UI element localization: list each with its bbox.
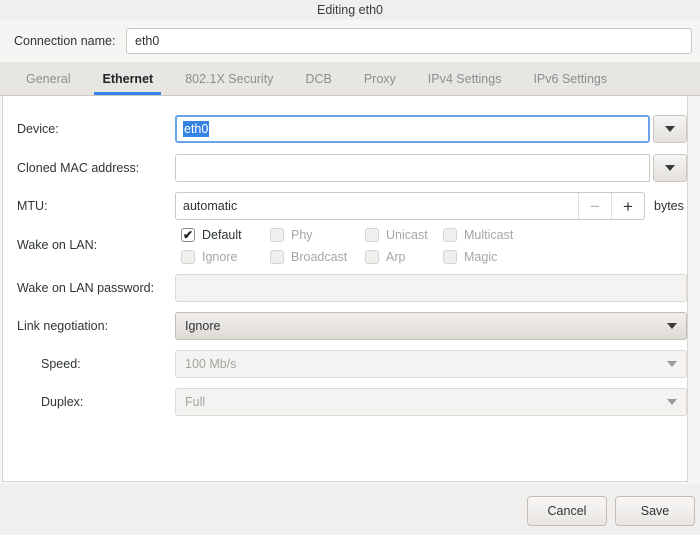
duplex-value: Full — [185, 395, 206, 409]
chevron-down-icon — [667, 361, 677, 367]
device-label: Device: — [17, 122, 59, 136]
wol-checkbox-default[interactable]: ✔ Default — [181, 226, 242, 244]
checkbox-box — [443, 250, 457, 264]
mtu-row: MTU: automatic − + bytes — [3, 191, 687, 221]
link-negotiation-value: Ignore — [185, 319, 221, 333]
chevron-down-icon — [667, 323, 677, 329]
checkbox-box — [365, 228, 379, 242]
checkbox-box — [443, 228, 457, 242]
speed-row: Speed: 100 Mb/s — [3, 349, 687, 379]
connection-name-value: eth0 — [135, 34, 160, 48]
save-button[interactable]: Save — [615, 496, 695, 526]
wol-checkbox-unicast[interactable]: Unicast — [365, 226, 428, 244]
dialog-footer: Cancel Save — [0, 484, 700, 535]
wol-label-ignore: Ignore — [202, 250, 238, 264]
tab-8021x-security[interactable]: 802.1X Security — [169, 62, 289, 95]
link-negotiation-row: Link negotiation: Ignore — [3, 311, 687, 341]
tab-ipv4-settings[interactable]: IPv4 Settings — [412, 62, 518, 95]
link-negotiation-dropdown[interactable]: Ignore — [175, 312, 687, 340]
mtu-value[interactable]: automatic — [176, 193, 578, 219]
tab-dcb-label: DCB — [305, 71, 332, 86]
duplex-row: Duplex: Full — [3, 387, 687, 417]
connection-name-label: Connection name: — [14, 34, 116, 48]
wol-checkbox-ignore[interactable]: Ignore — [181, 248, 237, 266]
cloned-mac-input[interactable] — [175, 154, 650, 182]
tab-ipv6-settings[interactable]: IPv6 Settings — [517, 62, 623, 95]
device-input[interactable]: eth0 — [175, 115, 650, 143]
wol-checkbox-magic[interactable]: Magic — [443, 248, 497, 266]
connection-name-row: Connection name: eth0 — [0, 20, 700, 62]
wol-password-row: Wake on LAN password: — [3, 273, 687, 303]
duplex-label: Duplex: — [41, 395, 84, 409]
mtu-label: MTU: — [17, 199, 48, 213]
tab-general[interactable]: General — [10, 62, 86, 95]
checkbox-box: ✔ — [181, 228, 195, 242]
tab-bar: General Ethernet 802.1X Security DCB Pro… — [0, 62, 700, 96]
chevron-down-icon — [667, 399, 677, 405]
wol-checkbox-phy[interactable]: Phy — [270, 226, 313, 244]
wake-on-lan-options: ✔ Default Phy Unicast Multicast Ignore B… — [175, 224, 687, 266]
device-row: Device: eth0 — [3, 114, 687, 144]
wol-checkbox-broadcast[interactable]: Broadcast — [270, 248, 347, 266]
wol-label-unicast: Unicast — [386, 228, 428, 242]
device-dropdown-button[interactable] — [653, 115, 687, 143]
mtu-unit-label: bytes — [654, 199, 684, 213]
wol-password-input[interactable] — [175, 274, 687, 302]
checkbox-box — [181, 250, 195, 264]
device-value: eth0 — [183, 121, 210, 137]
tab-proxy-label: Proxy — [363, 71, 396, 86]
tab-general-label: General — [26, 71, 71, 86]
wake-on-lan-row: Wake on LAN: ✔ Default Phy Unicast Multi… — [3, 224, 687, 266]
tab-ipv4-settings-label: IPv4 Settings — [427, 71, 502, 86]
window-titlebar: Editing eth0 — [0, 0, 700, 20]
chevron-down-icon — [665, 165, 675, 171]
device-combo[interactable]: eth0 — [175, 115, 687, 143]
tab-ipv6-settings-label: IPv6 Settings — [533, 71, 608, 86]
cloned-mac-dropdown-button[interactable] — [653, 154, 687, 182]
tab-8021x-security-label: 802.1X Security — [185, 71, 274, 86]
window-title: Editing eth0 — [316, 3, 384, 17]
tab-dcb[interactable]: DCB — [289, 62, 347, 95]
speed-label: Speed: — [41, 357, 81, 371]
tab-ethernet[interactable]: Ethernet — [86, 62, 169, 95]
wake-on-lan-label: Wake on LAN: — [17, 238, 98, 252]
wol-checkbox-arp[interactable]: Arp — [365, 248, 405, 266]
check-icon: ✔ — [182, 228, 194, 242]
mtu-increment-button[interactable]: + — [611, 193, 644, 219]
checkbox-box — [365, 250, 379, 264]
wol-label-multicast: Multicast — [464, 228, 514, 242]
mtu-spinner[interactable]: automatic − + — [175, 192, 645, 220]
cloned-mac-row: Cloned MAC address: — [3, 153, 687, 183]
checkbox-box — [270, 250, 284, 264]
cancel-button[interactable]: Cancel — [527, 496, 607, 526]
wol-checkbox-multicast[interactable]: Multicast — [443, 226, 513, 244]
wol-label-default: Default — [202, 228, 242, 242]
wol-label-magic: Magic — [464, 250, 498, 264]
wol-label-phy: Phy — [291, 228, 313, 242]
ethernet-settings-panel: Device: eth0 Cloned MAC address: MTU: au… — [2, 96, 688, 482]
duplex-dropdown[interactable]: Full — [175, 388, 687, 416]
link-negotiation-label: Link negotiation: — [17, 319, 109, 333]
wol-password-label: Wake on LAN password: — [17, 281, 155, 295]
connection-name-input[interactable]: eth0 — [126, 28, 692, 54]
wol-label-broadcast: Broadcast — [291, 250, 348, 264]
speed-value: 100 Mb/s — [185, 357, 237, 371]
mtu-decrement-button[interactable]: − — [578, 193, 611, 219]
cloned-mac-label: Cloned MAC address: — [17, 161, 140, 175]
checkbox-box — [270, 228, 284, 242]
wol-label-arp: Arp — [386, 250, 406, 264]
tab-proxy[interactable]: Proxy — [348, 62, 412, 95]
cloned-mac-combo[interactable] — [175, 154, 687, 182]
tab-ethernet-label: Ethernet — [102, 71, 154, 86]
chevron-down-icon — [665, 126, 675, 132]
speed-dropdown[interactable]: 100 Mb/s — [175, 350, 687, 378]
